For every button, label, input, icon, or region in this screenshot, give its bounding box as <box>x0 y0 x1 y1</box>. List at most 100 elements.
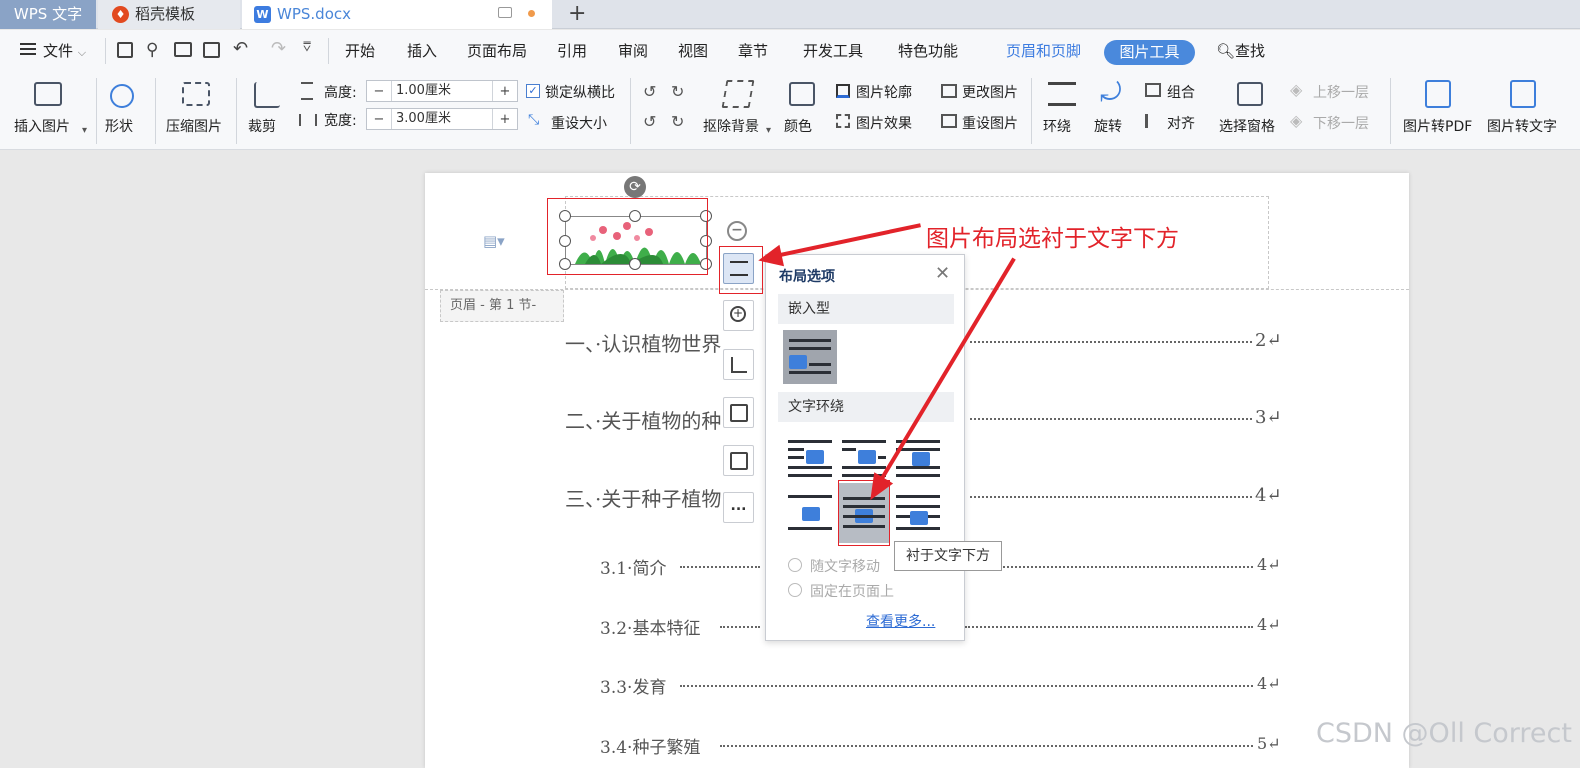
monitor-icon[interactable] <box>498 7 512 18</box>
tab-wps-writer[interactable]: WPS 文字 <box>0 0 96 29</box>
rotate-left-icon[interactable]: ↺ <box>643 82 656 101</box>
rotate-button[interactable]: 旋转 <box>1094 116 1122 136</box>
new-tab-button[interactable]: + <box>568 0 586 28</box>
flip-horizontal-icon[interactable]: ↺ <box>643 112 656 131</box>
image-to-text-button[interactable]: 图片转文字 <box>1487 116 1557 136</box>
move-with-text-radio[interactable] <box>788 558 802 572</box>
zoom-in-button[interactable]: + <box>723 300 754 331</box>
color-button[interactable]: 颜色 <box>784 116 812 136</box>
collapse-minus-icon[interactable]: − <box>727 221 747 241</box>
bring-forward-button[interactable]: 上移一层 <box>1313 82 1369 102</box>
toc-entry-3[interactable]: 三、·关于种子植物 <box>565 483 721 512</box>
menu-file[interactable]: 文件 ⌵ <box>43 40 86 61</box>
tab-docer-template[interactable]: ♦ 稻壳模板 <box>98 0 240 29</box>
menu-image-tool[interactable]: 图片工具 <box>1104 40 1195 65</box>
wrap-inline-option[interactable] <box>783 330 837 384</box>
toc-entry-3-3[interactable]: 3.3·发育 <box>600 673 666 698</box>
compress-image-button[interactable]: 压缩图片 <box>166 116 222 136</box>
compress-image-icon[interactable] <box>182 82 210 106</box>
menu-page-layout[interactable]: 页面布局 <box>467 40 527 61</box>
menu-view[interactable]: 视图 <box>678 40 708 61</box>
menu-chapter[interactable]: 章节 <box>738 40 768 61</box>
image-outline-button[interactable]: 图片轮廓 <box>856 82 912 102</box>
crop-icon[interactable] <box>254 82 280 108</box>
format-painter-icon[interactable]: ⚲ <box>146 40 158 60</box>
image-to-pdf-button[interactable]: 图片转PDF <box>1403 116 1472 136</box>
wrap-icon[interactable] <box>1048 82 1076 106</box>
close-icon[interactable]: ✕ <box>935 263 950 284</box>
wrap-top-bottom-option[interactable] <box>788 493 834 539</box>
color-icon[interactable] <box>789 82 815 106</box>
text-line <box>788 527 832 530</box>
change-image-button[interactable]: 更改图片 <box>962 82 1018 102</box>
wrap-in-front-option[interactable] <box>896 493 942 539</box>
remove-background-button[interactable]: 抠除背景 <box>703 116 759 136</box>
height-input[interactable]: 1.00厘米 <box>391 81 493 101</box>
crop-button[interactable]: 裁剪 <box>248 116 276 136</box>
shape-icon[interactable] <box>110 84 134 108</box>
wrap-square-option[interactable] <box>788 438 834 484</box>
ribbon: 插入图片 ▾ 形状 压缩图片 裁剪 高度: −1.00厘米 + 宽度: −3.00… <box>0 72 1580 150</box>
toc-entry-2[interactable]: 二、·关于植物的种 <box>565 405 721 434</box>
insert-image-icon[interactable] <box>34 82 62 106</box>
align-button[interactable]: 对齐 <box>1167 113 1195 133</box>
flip-vertical-icon[interactable]: ↻ <box>671 112 684 131</box>
toc-entry-1[interactable]: 一、·认识植物世界 <box>565 328 721 357</box>
rotate-handle-icon[interactable]: ⟳ <box>624 176 646 198</box>
reset-image-button[interactable]: 重设图片 <box>962 113 1018 133</box>
wrap-button[interactable]: 环绕 <box>1043 116 1071 136</box>
lock-ratio-checkbox[interactable]: ✓ <box>526 84 540 98</box>
image-to-text-icon[interactable] <box>1510 80 1536 108</box>
print-preview-icon[interactable] <box>203 42 220 58</box>
menu-reference[interactable]: 引用 <box>557 40 587 61</box>
width-increase-button[interactable]: + <box>493 112 517 127</box>
height-decrease-button[interactable]: − <box>367 84 391 99</box>
menu-review[interactable]: 审阅 <box>618 40 648 61</box>
text-line <box>896 448 940 451</box>
text-line <box>896 466 940 469</box>
reset-size-icon: ⤡ <box>528 112 540 128</box>
image-to-text-quick-button[interactable] <box>723 397 754 428</box>
selection-pane-icon[interactable] <box>1237 82 1263 106</box>
width-decrease-button[interactable]: − <box>367 112 391 127</box>
save-icon[interactable] <box>117 42 133 58</box>
text-line <box>896 474 940 477</box>
group-button[interactable]: 组合 <box>1167 82 1195 102</box>
menu-search[interactable]: 🔍︎查找 <box>1216 40 1265 61</box>
redo-icon[interactable]: ↷ <box>271 38 286 59</box>
see-more-link[interactable]: 查看更多... <box>866 611 935 631</box>
width-input[interactable]: 3.00厘米 <box>391 109 493 129</box>
hamburger-icon[interactable] <box>20 43 36 45</box>
more-options-button[interactable]: ... <box>723 492 754 523</box>
menu-header-footer[interactable]: 页眉和页脚 <box>1006 40 1081 61</box>
width-stepper[interactable]: −3.00厘米 + <box>366 108 518 130</box>
menu-special[interactable]: 特色功能 <box>898 40 958 61</box>
rotate-right-icon[interactable]: ↻ <box>671 82 684 101</box>
print-icon[interactable] <box>174 42 192 57</box>
image-to-pdf-icon[interactable] <box>1425 80 1451 108</box>
undo-icon[interactable]: ↶ <box>233 38 248 59</box>
quick-access-dropdown-icon[interactable]: ⩢ <box>303 40 311 55</box>
height-stepper[interactable]: −1.00厘米 + <box>366 80 518 102</box>
insert-image-button[interactable]: 插入图片 <box>14 116 70 136</box>
image-placeholder-icon <box>789 355 807 369</box>
reset-size-button[interactable]: 重设大小 <box>551 113 607 133</box>
height-increase-button[interactable]: + <box>493 84 517 99</box>
menu-start[interactable]: 开始 <box>345 40 375 61</box>
chevron-down-icon: ▾ <box>766 125 772 136</box>
toc-entry-3-2[interactable]: 3.2·基本特征 <box>600 614 700 639</box>
menu-insert[interactable]: 插入 <box>407 40 437 61</box>
toc-entry-3-1[interactable]: 3.1·简介 <box>600 554 666 579</box>
menu-developer[interactable]: 开发工具 <box>803 40 863 61</box>
crop-quick-button[interactable] <box>723 349 754 380</box>
toc-entry-3-4[interactable]: 3.4·种子繁殖 <box>600 733 700 758</box>
header-options-icon[interactable]: ▤▾ <box>483 232 505 250</box>
change-image-quick-button[interactable] <box>723 445 754 476</box>
remove-background-icon[interactable] <box>721 80 755 108</box>
shape-button[interactable]: 形状 <box>105 116 133 136</box>
send-backward-button[interactable]: 下移一层 <box>1313 113 1369 133</box>
fix-on-page-radio[interactable] <box>788 583 802 597</box>
image-effect-button[interactable]: 图片效果 <box>856 113 912 133</box>
rotate-icon[interactable]: ⤾ <box>1100 78 1122 109</box>
selection-pane-button[interactable]: 选择窗格 <box>1219 116 1275 136</box>
